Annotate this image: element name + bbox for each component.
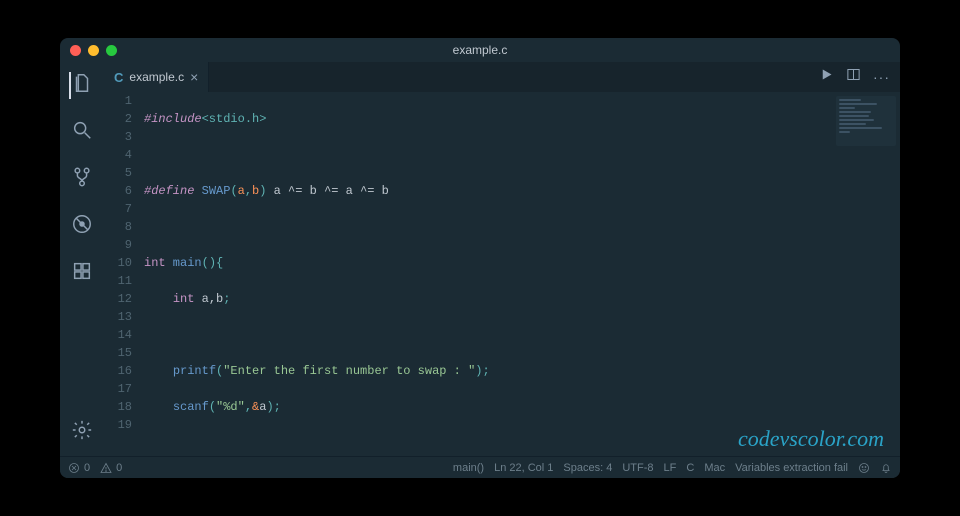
source-control-icon[interactable] xyxy=(71,166,93,193)
feedback-icon[interactable] xyxy=(858,462,870,474)
extensions-icon[interactable] xyxy=(71,260,93,287)
line-number: 15 xyxy=(104,344,132,362)
split-editor-icon[interactable] xyxy=(846,67,861,87)
editor-window: example.c xyxy=(60,38,900,478)
c-file-icon: C xyxy=(114,70,123,85)
line-number: 10 xyxy=(104,254,132,272)
line-number: 8 xyxy=(104,218,132,236)
code-editor[interactable]: 1 2 3 4 5 6 7 8 9 10 11 12 13 14 15 16 1 xyxy=(104,92,900,456)
line-number: 17 xyxy=(104,380,132,398)
line-number: 9 xyxy=(104,236,132,254)
window-body: C example.c × ··· 1 2 xyxy=(60,62,900,456)
status-message[interactable]: Variables extraction fail xyxy=(735,462,848,474)
status-os[interactable]: Mac xyxy=(704,462,725,474)
status-bar: 0 0 main() Ln 22, Col 1 Spaces: 4 UTF-8 … xyxy=(60,456,900,478)
more-actions-icon[interactable]: ··· xyxy=(873,69,890,85)
run-icon[interactable] xyxy=(819,67,834,87)
line-number: 6 xyxy=(104,182,132,200)
tab-actions: ··· xyxy=(819,62,900,92)
line-gutter: 1 2 3 4 5 6 7 8 9 10 11 12 13 14 15 16 1 xyxy=(104,92,144,456)
status-language[interactable]: C xyxy=(686,462,694,474)
line-number: 4 xyxy=(104,146,132,164)
line-number: 14 xyxy=(104,326,132,344)
line-number: 18 xyxy=(104,398,132,416)
status-errors[interactable]: 0 xyxy=(68,462,90,474)
line-number: 5 xyxy=(104,164,132,182)
tab-bar: C example.c × ··· xyxy=(104,62,900,92)
window-title: example.c xyxy=(60,43,900,57)
line-number: 11 xyxy=(104,272,132,290)
code-content[interactable]: #include<stdio.h> #define SWAP(a,b) a ^=… xyxy=(144,92,900,456)
debug-icon[interactable] xyxy=(71,213,93,240)
status-eol[interactable]: LF xyxy=(664,462,677,474)
status-cursor[interactable]: Ln 22, Col 1 xyxy=(494,462,553,474)
line-number: 1 xyxy=(104,92,132,110)
watermark: codevscolor.com xyxy=(738,426,884,452)
search-icon[interactable] xyxy=(71,119,93,146)
minimap[interactable] xyxy=(836,96,896,146)
line-number: 7 xyxy=(104,200,132,218)
status-context[interactable]: main() xyxy=(453,462,484,474)
bell-icon[interactable] xyxy=(880,462,892,474)
line-number: 13 xyxy=(104,308,132,326)
editor-main: C example.c × ··· 1 2 xyxy=(104,62,900,456)
line-number: 2 xyxy=(104,110,132,128)
explorer-icon[interactable] xyxy=(69,72,93,99)
tab-filename: example.c xyxy=(129,70,184,84)
line-number: 12 xyxy=(104,290,132,308)
settings-icon[interactable] xyxy=(71,419,93,446)
tab-example-c[interactable]: C example.c × xyxy=(104,62,209,92)
line-number: 19 xyxy=(104,416,132,434)
status-warnings[interactable]: 0 xyxy=(100,462,122,474)
line-number: 3 xyxy=(104,128,132,146)
titlebar: example.c xyxy=(60,38,900,62)
status-encoding[interactable]: UTF-8 xyxy=(622,462,653,474)
activity-bar xyxy=(60,62,104,456)
line-number: 16 xyxy=(104,362,132,380)
close-tab-icon[interactable]: × xyxy=(190,70,198,84)
status-spaces[interactable]: Spaces: 4 xyxy=(563,462,612,474)
